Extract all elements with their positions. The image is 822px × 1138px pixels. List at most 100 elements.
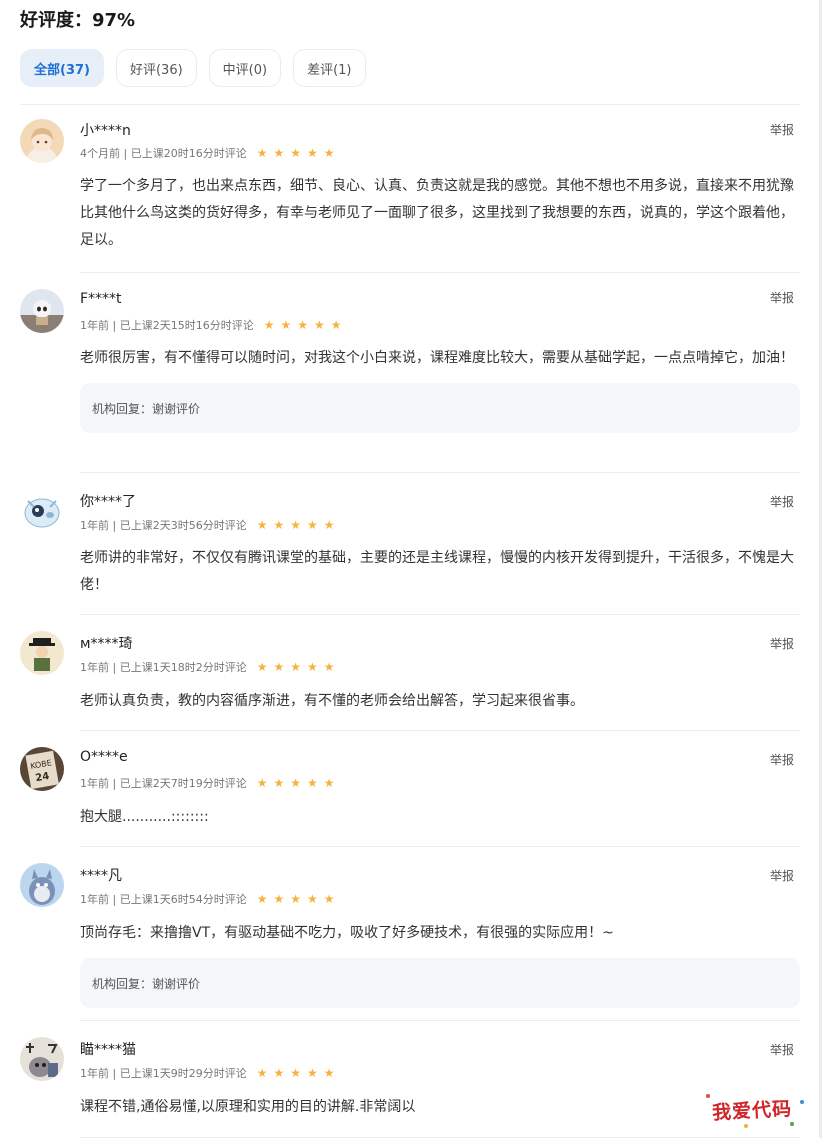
report-button[interactable]: 举报 bbox=[770, 751, 794, 768]
star-icon: ★ bbox=[256, 892, 268, 906]
reviewer-name: 瞄****猫 bbox=[80, 1042, 136, 1058]
filter-tabs: 全部(37) 好评(36) 中评(0) 差评(1) bbox=[20, 49, 366, 87]
avatar[interactable]: KOBE 24 bbox=[20, 747, 64, 791]
reviewer-name: O****e bbox=[80, 749, 128, 765]
study-duration: 已上课2天7时19分时评论 bbox=[119, 777, 247, 790]
study-duration: 已上课20时16分时评论 bbox=[130, 147, 247, 160]
avatar[interactable] bbox=[20, 119, 64, 163]
rating-stars: ★ ★ ★ ★ ★ bbox=[264, 319, 342, 331]
study-duration: 已上课2天3时56分时评论 bbox=[119, 519, 247, 532]
review-item: 瞄****猫 1年前 | 已上课1天9时29分时评论 ★ ★ ★ ★ ★ 举报 课程不错… bbox=[20, 1021, 800, 1138]
star-icon: ★ bbox=[256, 660, 268, 674]
star-icon: ★ bbox=[273, 518, 285, 532]
institution-reply: 机构回复：谢谢评价 bbox=[80, 383, 800, 433]
review-meta: 1年前 | 已上课2天3时56分时评论 ★ ★ ★ ★ ★ bbox=[80, 517, 335, 533]
watermark-dot bbox=[800, 1100, 804, 1104]
star-icon: ★ bbox=[273, 146, 285, 160]
meta-separator: | bbox=[109, 892, 120, 906]
review-item: KOBE 24 O****e 1年前 | 已上课2天7时19分时评论 ★ ★ ★ ★ ★… bbox=[20, 731, 800, 847]
star-icon: ★ bbox=[256, 776, 268, 790]
meta-separator: | bbox=[109, 660, 120, 674]
reviewer-name: м****琦 bbox=[80, 636, 133, 652]
star-icon: ★ bbox=[323, 892, 335, 906]
report-button[interactable]: 举报 bbox=[770, 635, 794, 652]
star-icon: ★ bbox=[323, 1066, 335, 1080]
star-icon: ★ bbox=[323, 776, 335, 790]
meta-separator: | bbox=[120, 146, 131, 160]
star-icon: ★ bbox=[290, 892, 301, 906]
review-item: 你****了 1年前 | 已上课2天3时56分时评论 ★ ★ ★ ★ ★ 举报 老师讲的… bbox=[20, 473, 800, 615]
star-icon: ★ bbox=[273, 660, 285, 674]
tab-neutral[interactable]: 中评(0) bbox=[208, 49, 282, 87]
star-icon: ★ bbox=[307, 776, 318, 790]
star-icon: ★ bbox=[273, 1066, 285, 1080]
avatar[interactable] bbox=[20, 489, 64, 533]
study-duration: 已上课1天9时29分时评论 bbox=[119, 1067, 247, 1080]
rating-stars: ★ ★ ★ ★ ★ bbox=[257, 519, 335, 531]
star-icon: ★ bbox=[307, 146, 318, 160]
avatar[interactable] bbox=[20, 631, 64, 675]
review-time: 1年前 bbox=[80, 1067, 109, 1080]
report-button[interactable]: 举报 bbox=[770, 867, 794, 884]
avatar[interactable] bbox=[20, 863, 64, 907]
institution-reply: 机构回复：谢谢评价 bbox=[80, 958, 800, 1008]
star-icon: ★ bbox=[256, 1066, 268, 1080]
star-icon: ★ bbox=[323, 146, 335, 160]
avatar[interactable] bbox=[20, 289, 64, 333]
star-icon: ★ bbox=[273, 776, 285, 790]
review-time: 1年前 bbox=[80, 319, 109, 332]
review-item: 小****n 4个月前 | 已上课20时16分时评论 ★ ★ ★ ★ ★ 举报 学了一个… bbox=[20, 105, 800, 273]
review-panel: 好评度：97% 全部(37) 好评(36) 中评(0) 差评(1) 小****n bbox=[0, 0, 822, 1138]
star-icon: ★ bbox=[256, 146, 268, 160]
review-meta: 4个月前 | 已上课20时16分时评论 ★ ★ ★ ★ ★ bbox=[80, 145, 335, 161]
review-content: 老师认真负责，教的内容循序渐进，有不懂的老师会给出解答，学习起来很省事。 bbox=[80, 693, 584, 709]
reviewer-name: 你****了 bbox=[80, 494, 136, 510]
review-item: F****t 1年前 | 已上课2天15时16分时评论 ★ ★ ★ ★ ★ 举报 老师很… bbox=[20, 273, 800, 473]
star-icon: ★ bbox=[307, 518, 318, 532]
study-duration: 已上课2天15时16分时评论 bbox=[119, 319, 254, 332]
watermark-dot bbox=[744, 1124, 748, 1128]
tab-all[interactable]: 全部(37) bbox=[20, 49, 104, 87]
watermark-dot bbox=[790, 1122, 794, 1126]
review-meta: 1年前 | 已上课1天6时54分时评论 ★ ★ ★ ★ ★ bbox=[80, 891, 335, 907]
meta-separator: | bbox=[109, 776, 120, 790]
report-button[interactable]: 举报 bbox=[770, 289, 794, 306]
review-content: 老师讲的非常好，不仅仅有腾讯课堂的基础，主要的还是主线课程，慢慢的内核开发得到提… bbox=[80, 550, 794, 593]
review-meta: 1年前 | 已上课2天7时19分时评论 ★ ★ ★ ★ ★ bbox=[80, 775, 335, 791]
review-content: 课程不错,通俗易懂,以原理和实用的目的讲解.非常阔以 bbox=[80, 1099, 416, 1115]
review-content: 顶尚存毛：来撸撸VT，有驱动基础不吃力，吸收了好多硬技术，有很强的实际应用！~ bbox=[80, 925, 614, 941]
star-icon: ★ bbox=[290, 660, 301, 674]
rating-summary: 好评度：97% bbox=[20, 10, 136, 31]
star-icon: ★ bbox=[280, 318, 292, 332]
meta-separator: | bbox=[109, 1066, 120, 1080]
review-item: м****琦 1年前 | 已上课1天18时2分时评论 ★ ★ ★ ★ ★ 举报 老师认真… bbox=[20, 615, 800, 731]
study-duration: 已上课1天6时54分时评论 bbox=[119, 893, 247, 906]
star-icon: ★ bbox=[297, 318, 308, 332]
report-button[interactable]: 举报 bbox=[770, 493, 794, 510]
watermark-dot bbox=[706, 1094, 710, 1098]
tab-positive[interactable]: 好评(36) bbox=[115, 49, 197, 87]
reviewer-name: ****凡 bbox=[80, 868, 122, 884]
study-duration: 已上课1天18时2分时评论 bbox=[119, 661, 247, 674]
report-button[interactable]: 举报 bbox=[770, 1041, 794, 1058]
star-icon: ★ bbox=[263, 318, 275, 332]
review-meta: 1年前 | 已上课1天9时29分时评论 ★ ★ ★ ★ ★ bbox=[80, 1065, 335, 1081]
review-meta: 1年前 | 已上课2天15时16分时评论 ★ ★ ★ ★ ★ bbox=[80, 317, 342, 333]
review-time: 1年前 bbox=[80, 777, 109, 790]
meta-separator: | bbox=[109, 318, 120, 332]
star-icon: ★ bbox=[256, 518, 268, 532]
tab-negative[interactable]: 差评(1) bbox=[293, 49, 366, 87]
watermark-logo: 我爱代码 bbox=[711, 1097, 793, 1125]
meta-separator: | bbox=[109, 518, 120, 532]
reviewer-name: F****t bbox=[80, 291, 122, 307]
star-icon: ★ bbox=[314, 318, 325, 332]
report-button[interactable]: 举报 bbox=[770, 121, 794, 138]
star-icon: ★ bbox=[323, 518, 335, 532]
star-icon: ★ bbox=[290, 518, 301, 532]
review-content: 学了一个多月了，也出来点东西，细节、良心、认真、负责这就是我的感觉。其他不想也不… bbox=[80, 178, 794, 248]
star-icon: ★ bbox=[290, 1066, 301, 1080]
star-icon: ★ bbox=[323, 660, 335, 674]
avatar[interactable] bbox=[20, 1037, 64, 1081]
star-icon: ★ bbox=[307, 1066, 318, 1080]
review-meta: 1年前 | 已上课1天18时2分时评论 ★ ★ ★ ★ ★ bbox=[80, 659, 335, 675]
